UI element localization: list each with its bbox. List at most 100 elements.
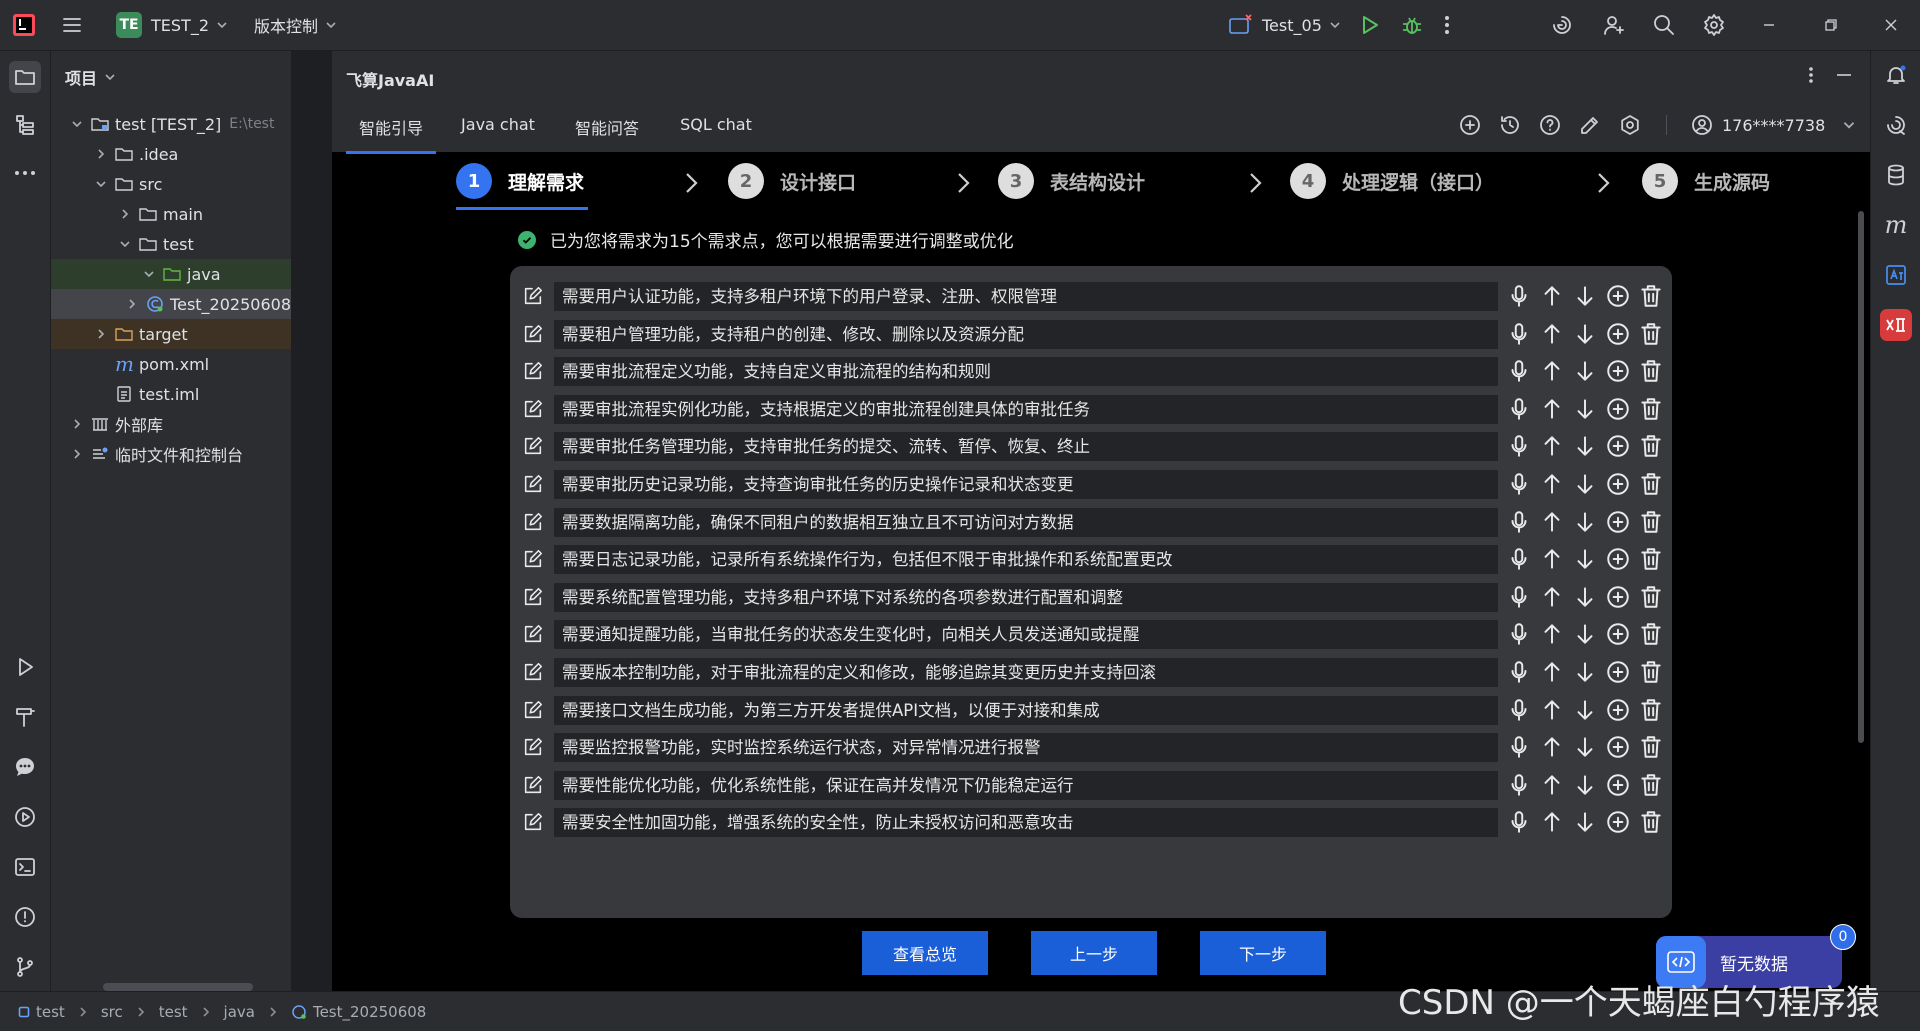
ai-assistant-button[interactable] [1550,0,1574,50]
tab-smart-qa[interactable]: 智能问答 [562,115,652,151]
edit-icon[interactable] [522,586,544,608]
edit-icon[interactable] [522,736,544,758]
arrow-down-icon[interactable] [1572,321,1598,347]
arrow-down-icon[interactable] [1572,283,1598,309]
requirement-text[interactable]: 需要版本控制功能，对于审批流程的定义和修改，能够追踪其变更历史并支持回滚 [554,658,1498,687]
run-config-selector[interactable]: Test_05 [1228,0,1342,50]
add-user-button[interactable] [1602,0,1626,50]
tab-sql-chat[interactable]: SQL chat [668,115,764,151]
mic-icon[interactable] [1506,734,1532,760]
trash-icon[interactable] [1638,697,1664,723]
add-circle-icon[interactable] [1605,772,1631,798]
mic-icon[interactable] [1506,396,1532,422]
add-circle-icon[interactable] [1605,358,1631,384]
add-circle-icon[interactable] [1605,321,1631,347]
trash-icon[interactable] [1638,546,1664,572]
overview-button[interactable]: 查看总览 [862,931,988,975]
debug-button[interactable] [1400,0,1424,50]
arrow-down-icon[interactable] [1572,509,1598,535]
arrow-up-icon[interactable] [1539,809,1565,835]
edit-icon[interactable] [522,623,544,645]
edit-icon[interactable] [522,360,544,382]
arrow-up-icon[interactable] [1539,697,1565,723]
settings-button[interactable] [1702,0,1726,50]
arrow-up-icon[interactable] [1539,659,1565,685]
edit-icon[interactable] [522,323,544,345]
horizontal-scrollbar[interactable] [103,983,253,991]
gear-icon[interactable] [1618,113,1642,137]
trash-icon[interactable] [1638,509,1664,535]
ai-chat-button[interactable] [1882,111,1910,139]
project-panel-header[interactable]: 项目 [65,65,117,89]
arrow-up-icon[interactable] [1539,546,1565,572]
edit-icon[interactable] [1578,113,1602,137]
more-actions-button[interactable] [1444,0,1450,50]
edit-icon[interactable] [522,285,544,307]
notifications-button[interactable] [1882,61,1910,89]
database-button[interactable] [1882,161,1910,189]
add-circle-icon[interactable] [1605,546,1631,572]
arrow-up-icon[interactable] [1539,621,1565,647]
services-tool-button[interactable] [9,801,41,833]
user-account-menu[interactable]: 176****7738 [1690,113,1857,137]
restore-button[interactable] [1824,0,1838,50]
edit-icon[interactable] [522,435,544,457]
add-circle-icon[interactable] [1605,659,1631,685]
tree-item-idea[interactable]: .idea [51,139,291,169]
mic-icon[interactable] [1506,433,1532,459]
trash-icon[interactable] [1638,621,1664,647]
mic-icon[interactable] [1506,283,1532,309]
tree-item-src[interactable]: src [51,169,291,199]
edit-icon[interactable] [522,811,544,833]
add-circle-icon[interactable] [1605,433,1631,459]
arrow-down-icon[interactable] [1572,734,1598,760]
step-2[interactable]: 2 设计接口 [728,160,856,202]
edit-icon[interactable] [522,548,544,570]
chat-tool-button[interactable] [9,751,41,783]
requirement-text[interactable]: 需要数据隔离功能，确保不同租户的数据相互独立且不可访问对方数据 [554,507,1498,537]
tree-item-scratches[interactable]: 临时文件和控制台 [51,439,291,469]
trash-icon[interactable] [1638,659,1664,685]
search-button[interactable] [1652,0,1676,50]
help-icon[interactable] [1538,113,1562,137]
arrow-down-icon[interactable] [1572,471,1598,497]
tree-item-iml[interactable]: test.iml [51,379,291,409]
tree-item-main[interactable]: main [51,199,291,229]
close-window-button[interactable] [1884,0,1898,50]
history-icon[interactable] [1498,113,1522,137]
arrow-down-icon[interactable] [1572,809,1598,835]
arrow-down-icon[interactable] [1572,772,1598,798]
requirement-text[interactable]: 需要安全性加固功能，增强系统的安全性，防止未授权访问和恶意攻击 [554,808,1498,838]
terminal-tool-button[interactable] [9,851,41,883]
requirement-text[interactable]: 需要审批历史记录功能，支持查询审批任务的历史操作记录和状态变更 [554,470,1498,499]
step-4[interactable]: 4 处理逻辑（接口） [1290,160,1494,202]
edit-icon[interactable] [522,699,544,721]
trash-icon[interactable] [1638,433,1664,459]
arrow-up-icon[interactable] [1539,471,1565,497]
mic-icon[interactable] [1506,697,1532,723]
arrow-down-icon[interactable] [1572,396,1598,422]
mic-icon[interactable] [1506,546,1532,572]
trash-icon[interactable] [1638,809,1664,835]
requirement-text[interactable]: 需要审批任务管理功能，支持审批任务的提交、流转、暂停、恢复、终止 [554,432,1498,462]
arrow-up-icon[interactable] [1539,283,1565,309]
requirement-text[interactable]: 需要系统配置管理功能，支持多租户环境下对系统的各项参数进行配置和调整 [554,582,1498,612]
run-button[interactable] [1358,0,1380,50]
arrow-up-icon[interactable] [1539,584,1565,610]
requirement-text[interactable]: 需要审批流程实例化功能，支持根据定义的审批流程创建具体的审批任务 [554,394,1498,424]
add-circle-icon[interactable] [1605,809,1631,835]
add-circle-icon[interactable] [1605,509,1631,535]
mic-icon[interactable] [1506,584,1532,610]
requirement-text[interactable]: 需要通知提醒功能，当审批任务的状态发生变化时，向相关人员发送通知或提醒 [554,620,1498,650]
arrow-up-icon[interactable] [1539,321,1565,347]
add-circle-icon[interactable] [1605,471,1631,497]
arrow-down-icon[interactable] [1572,546,1598,572]
tree-item-external-libs[interactable]: 外部库 [51,409,291,439]
trash-icon[interactable] [1638,471,1664,497]
arrow-down-icon[interactable] [1572,659,1598,685]
tab-smart-guide[interactable]: 智能引导 [346,115,436,154]
arrow-down-icon[interactable] [1572,621,1598,647]
breadcrumb-item[interactable]: java [224,1003,255,1021]
arrow-up-icon[interactable] [1539,433,1565,459]
project-switcher[interactable]: TE TEST_2 [116,0,229,50]
